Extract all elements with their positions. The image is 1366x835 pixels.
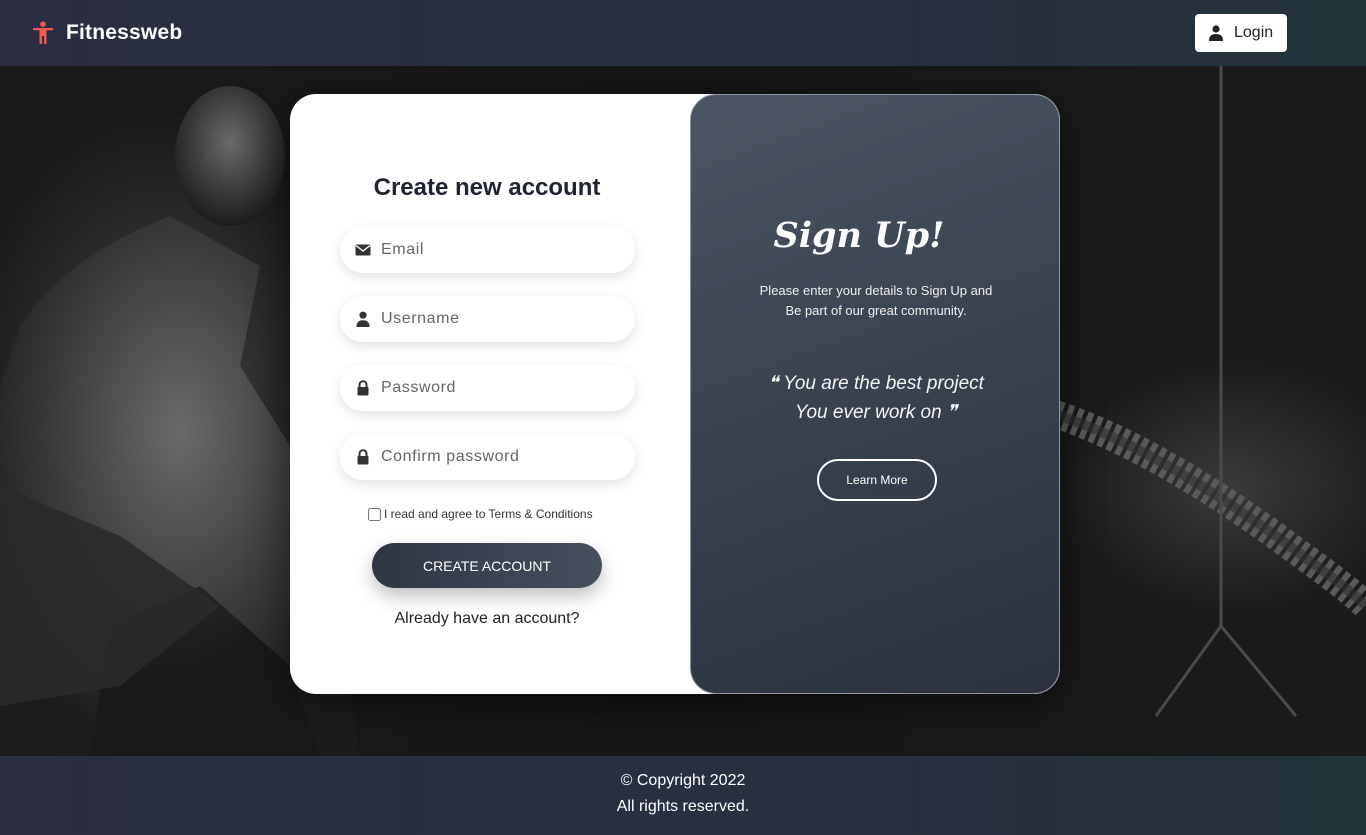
hero-background: Create new account Email Username I read…: [0, 66, 1366, 756]
promo-text-line1: Please enter your details to Sign Up and: [759, 283, 993, 298]
top-navbar: Fitnessweb Login: [0, 0, 1366, 66]
confirm-password-input[interactable]: [381, 448, 621, 466]
email-input[interactable]: [381, 241, 621, 259]
signup-promo-panel: Sign Up! Please enter your details to Si…: [690, 94, 1060, 694]
signup-form: Create new account Email Username I read…: [290, 94, 690, 694]
form-title: Create new account: [373, 174, 601, 201]
login-link[interactable]: Already have an account?: [290, 610, 684, 628]
email-field[interactable]: [340, 227, 635, 273]
username-input[interactable]: [381, 310, 621, 328]
learn-more-button[interactable]: Learn More: [817, 459, 937, 501]
username-field[interactable]: [340, 296, 635, 342]
promo-quote-line2: You ever work on ❞: [794, 402, 958, 423]
person-icon: [33, 21, 53, 44]
signup-card: Create new account Email Username I read…: [290, 94, 1060, 694]
promo-text: Please enter your details to Sign Up and…: [691, 281, 1060, 321]
terms-checkbox[interactable]: [368, 507, 381, 521]
promo-quote-line1: ❝ You are the best project: [768, 373, 984, 394]
promo-title: Sign Up!: [773, 215, 945, 256]
footer-rights: All rights reserved.: [616, 798, 750, 815]
lock-icon: [357, 380, 369, 396]
user-icon: [356, 311, 370, 327]
terms-label: I read and agree to Terms & Conditions: [384, 507, 593, 521]
login-label: Login: [1234, 24, 1274, 41]
password-field[interactable]: [340, 365, 635, 411]
user-icon: [1209, 25, 1223, 41]
lock-icon: [357, 449, 369, 465]
footer-copyright: © Copyright 2022: [620, 772, 746, 789]
promo-text-line2: Be part of our great community.: [785, 303, 967, 318]
brand[interactable]: Fitnessweb: [32, 21, 182, 45]
envelope-icon: [355, 244, 371, 256]
brand-name: Fitnessweb: [66, 21, 183, 44]
terms-row[interactable]: I read and agree to Terms & Conditions: [368, 507, 593, 521]
footer: © Copyright 2022 All rights reserved.: [0, 756, 1366, 835]
battle-rope-photo: [1046, 66, 1366, 717]
confirm-password-field[interactable]: [340, 434, 635, 480]
login-button[interactable]: Login: [1195, 14, 1287, 52]
promo-quote: ❝ You are the best project You ever work…: [691, 369, 1060, 427]
create-account-button[interactable]: CREATE ACCOUNT: [372, 543, 602, 588]
password-input[interactable]: [381, 379, 621, 397]
